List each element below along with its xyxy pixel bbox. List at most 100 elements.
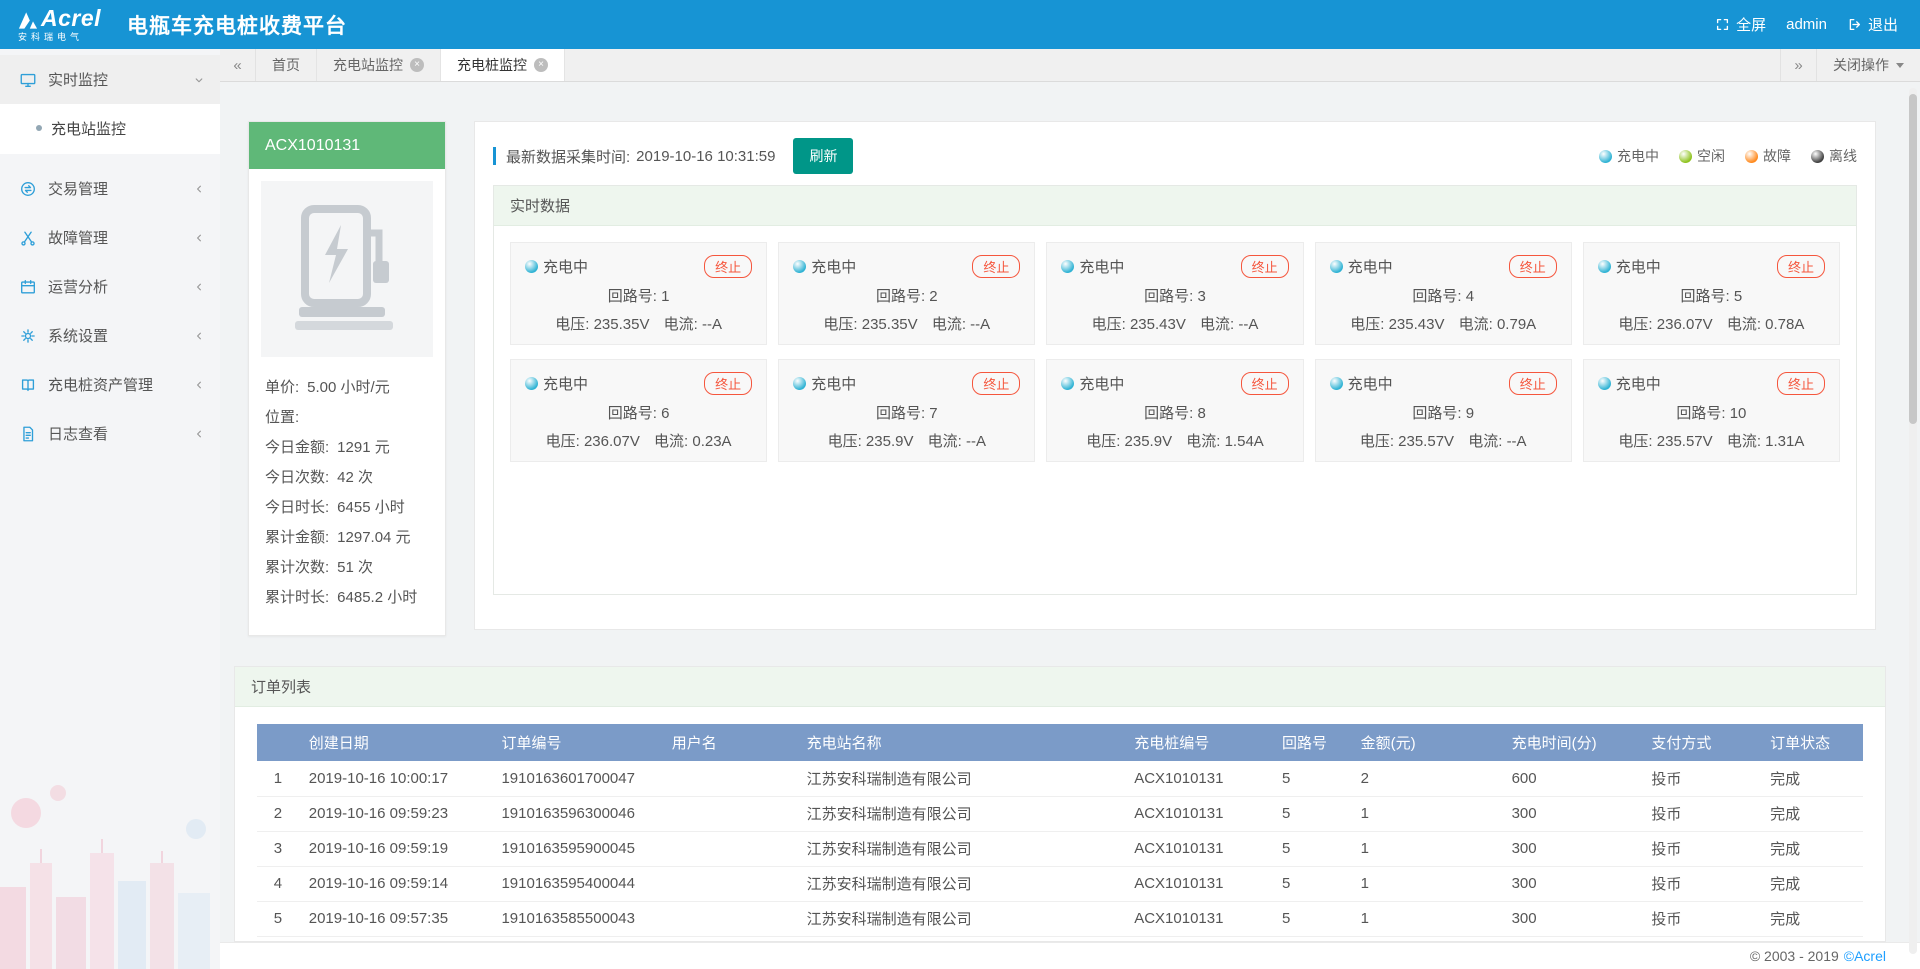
order-table-row[interactable]: 5 2019-10-16 09:57:35 1910163585500043 江… <box>257 901 1863 936</box>
circuit-vi-line: 电压: 235.9V 电流: 1.54A <box>1061 430 1288 451</box>
voltage-value: 235.57V <box>1657 433 1713 450</box>
orders-table: 创建日期 订单编号 用户名 充电站名称 充电桩编号 回路号 金额(元) 充电时间… <box>257 724 1863 937</box>
circuit-number-line: 回路号: 2 <box>793 285 1020 306</box>
sidebar-item-operation-analysis[interactable]: 运营分析 <box>0 262 220 311</box>
current-label: 电流: <box>1200 316 1234 333</box>
circuit-number-value: 6 <box>661 405 669 422</box>
circuit-number-value: 5 <box>1734 288 1742 305</box>
order-station-name: 江苏安科瑞制造有限公司 <box>797 831 1125 866</box>
tab-home[interactable]: 首页 <box>256 49 317 81</box>
scrollbar-thumb[interactable] <box>1909 94 1917 424</box>
sidebar-item-log-view[interactable]: 日志查看 <box>0 409 220 458</box>
circuit-card: 充电中 终止 回路号: 4 电压: 235.43V 电流: 0.79A <box>1315 242 1572 345</box>
order-username <box>662 866 797 901</box>
logout-button[interactable]: 退出 <box>1847 14 1898 35</box>
acrel-link[interactable]: ©Acrel <box>1844 948 1886 964</box>
charging-status-icon <box>1598 377 1611 390</box>
order-pile-number: ACX1010131 <box>1124 831 1272 866</box>
terminate-button[interactable]: 终止 <box>704 372 752 395</box>
current-label: 电流: <box>932 316 966 333</box>
terminate-button[interactable]: 终止 <box>1777 372 1825 395</box>
status-dot-icon <box>1599 150 1612 163</box>
circuit-number-value: 10 <box>1730 405 1747 422</box>
close-operations-dropdown[interactable]: 关闭操作 <box>1816 49 1920 81</box>
order-status: 完成 <box>1760 796 1863 831</box>
terminate-button[interactable]: 终止 <box>1241 372 1289 395</box>
document-icon <box>18 424 38 444</box>
terminate-button[interactable]: 终止 <box>1777 255 1825 278</box>
order-create-date: 2019-10-16 09:57:35 <box>299 901 492 936</box>
order-pay-method: 投币 <box>1641 901 1760 936</box>
scroll-tabs-left-button[interactable]: « <box>220 49 256 81</box>
circuit-status-label: 充电中 <box>543 256 588 277</box>
status-legend: 充电中 空闲 故障 离线 <box>1599 146 1857 166</box>
fullscreen-button[interactable]: 全屏 <box>1715 14 1766 35</box>
calendar-icon <box>18 277 38 297</box>
order-number: 1910163596300046 <box>491 796 661 831</box>
scroll-tabs-right-button[interactable]: » <box>1780 49 1816 81</box>
chevron-left-icon <box>192 378 206 392</box>
sidebar-item-transaction-management[interactable]: 交易管理 <box>0 164 220 213</box>
order-column-header: 回路号 <box>1272 724 1351 761</box>
sidebar-item-fault-management[interactable]: 故障管理 <box>0 213 220 262</box>
order-pile-number: ACX1010131 <box>1124 901 1272 936</box>
order-table-row[interactable]: 3 2019-10-16 09:59:19 1910163595900045 江… <box>257 831 1863 866</box>
legend-item: 故障 <box>1745 146 1791 166</box>
realtime-panel-title: 实时数据 <box>494 186 1856 226</box>
tab-spacer <box>565 49 1780 81</box>
sidebar-item-system-settings[interactable]: 系统设置 <box>0 311 220 360</box>
order-table-row[interactable]: 4 2019-10-16 09:59:14 1910163595400044 江… <box>257 866 1863 901</box>
order-row-index: 5 <box>257 901 299 936</box>
order-username <box>662 796 797 831</box>
circuit-status: 充电中 <box>1061 256 1124 277</box>
circuit-number-label: 回路号: <box>1144 405 1193 422</box>
circuit-number-value: 9 <box>1466 405 1474 422</box>
terminate-button[interactable]: 终止 <box>704 255 752 278</box>
book-icon <box>18 375 38 395</box>
current-label: 电流: <box>1459 316 1493 333</box>
main-content: ACX1010131 <box>220 82 1920 942</box>
status-dot-icon <box>1811 150 1824 163</box>
circuit-status: 充电中 <box>793 373 856 394</box>
close-tab-icon[interactable]: × <box>534 58 548 72</box>
charging-status-icon <box>1061 260 1074 273</box>
tab-station-monitoring[interactable]: 充电站监控 × <box>317 49 441 81</box>
close-tab-icon[interactable]: × <box>410 58 424 72</box>
terminate-button[interactable]: 终止 <box>972 255 1020 278</box>
status-dot-icon <box>1745 150 1758 163</box>
refresh-button[interactable]: 刷新 <box>793 138 853 174</box>
circuit-vi-line: 电压: 236.07V 电流: 0.78A <box>1598 313 1825 334</box>
sidebar-item-charging-station-monitoring[interactable]: 充电站监控 <box>0 106 220 150</box>
sidebar: 实时监控 充电站监控 交易管理 <box>0 49 220 969</box>
terminate-button[interactable]: 终止 <box>972 372 1020 395</box>
chevron-left-icon <box>192 329 206 343</box>
order-table-row[interactable]: 2 2019-10-16 09:59:23 1910163596300046 江… <box>257 796 1863 831</box>
gear-icon <box>18 326 38 346</box>
circuit-status: 充电中 <box>1330 256 1393 277</box>
pile-stat-row: 今日时长: 6455 小时 <box>261 493 433 523</box>
circuit-card: 充电中 终止 回路号: 7 电压: 235.9V 电流: --A <box>778 359 1035 462</box>
stat-label: 今日次数: <box>265 463 329 493</box>
order-column-header: 充电站名称 <box>797 724 1125 761</box>
voltage-value: 235.43V <box>1389 316 1445 333</box>
stat-label: 累计时长: <box>265 583 329 613</box>
tab-pile-monitoring[interactable]: 充电桩监控 × <box>441 49 565 81</box>
order-pile-number: ACX1010131 <box>1124 796 1272 831</box>
terminate-button[interactable]: 终止 <box>1509 255 1557 278</box>
order-pile-number: ACX1010131 <box>1124 866 1272 901</box>
order-table-row[interactable]: 1 2019-10-16 10:00:17 1910163601700047 江… <box>257 761 1863 796</box>
stat-label: 单价: <box>265 373 299 403</box>
sidebar-item-realtime-monitoring[interactable]: 实时监控 <box>0 55 220 104</box>
sidebar-item-pile-asset-management[interactable]: 充电桩资产管理 <box>0 360 220 409</box>
circuit-vi-line: 电压: 235.43V 电流: 0.79A <box>1330 313 1557 334</box>
circuit-vi-line: 电压: 235.35V 电流: --A <box>793 313 1020 334</box>
terminate-button[interactable]: 终止 <box>1509 372 1557 395</box>
circuit-vi-line: 电压: 235.35V 电流: --A <box>525 313 752 334</box>
terminate-button[interactable]: 终止 <box>1241 255 1289 278</box>
circuit-number-value: 3 <box>1197 288 1205 305</box>
legend-label: 空闲 <box>1697 146 1725 166</box>
order-status: 完成 <box>1760 761 1863 796</box>
circuit-vi-line: 电压: 236.07V 电流: 0.23A <box>525 430 752 451</box>
copyright-text: © 2003 - 2019 <box>1750 948 1839 964</box>
username[interactable]: admin <box>1786 16 1827 33</box>
